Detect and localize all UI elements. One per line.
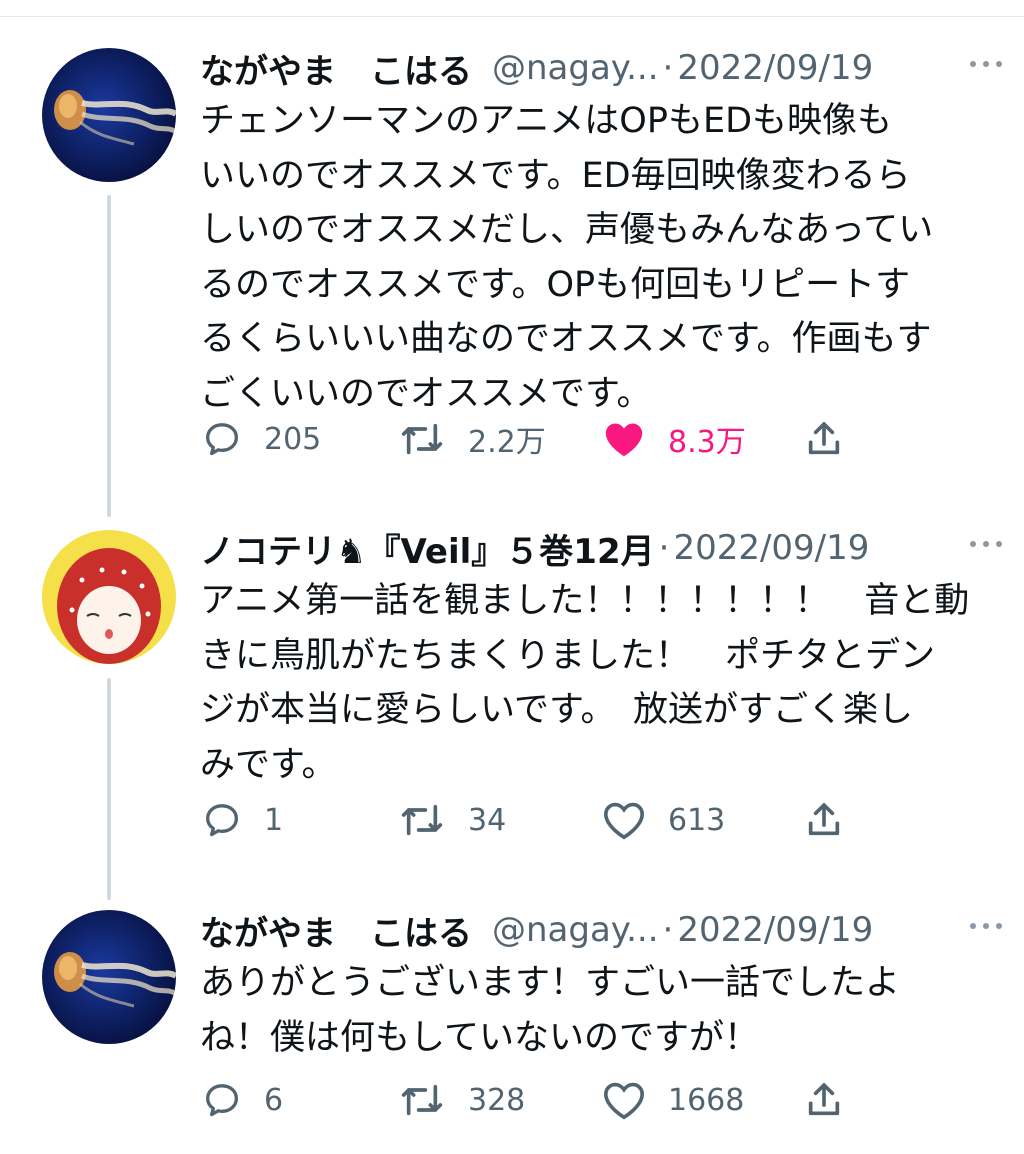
share-icon (808, 422, 840, 455)
like-count: 613 (668, 802, 726, 838)
retweet-icon (401, 804, 443, 836)
separator-dot: · (658, 528, 670, 568)
share-icon (808, 1083, 840, 1116)
avatar[interactable] (42, 530, 176, 664)
tweet[interactable]: ノコテリ♞『Veil』５巻12月 · 2022/09/19 アニメ第一話を観まし… (0, 518, 1024, 898)
like-count: 8.3万 (668, 425, 746, 460)
tweet-text-line: ありがとうございます！すごい一話でしたよ (200, 963, 901, 1003)
action-bar: 205 2.2万 8.3万 (200, 415, 980, 463)
action-bar: 1 34 613 (200, 796, 980, 844)
tweet-text: チェンソーマンのアニメはOPもEDも映像も いいのでオススメです。ED毎回映像変… (200, 94, 990, 421)
heart-icon (603, 802, 645, 840)
separator-dot: · (662, 48, 674, 88)
reply-count: 1 (264, 802, 284, 838)
like-button[interactable]: 8.3万 (602, 415, 746, 463)
tweet-text-line: ごくいいのでオススメです。 (200, 373, 652, 414)
separator-dot: · (662, 910, 674, 950)
reply-count: 205 (264, 421, 322, 457)
retweet-count: 34 (468, 802, 507, 838)
reply-count: 6 (264, 1082, 284, 1118)
tweet-text-line: いいのでオススメです。ED毎回映像変わるら (200, 155, 911, 196)
share-button[interactable] (804, 415, 844, 463)
reply-icon (206, 1084, 238, 1117)
like-button[interactable]: 613 (602, 796, 725, 844)
tweet-text: ありがとうございます！すごい一話でしたよ ね！僕は何もしていないのですが！ (200, 956, 990, 1065)
more-icon[interactable] (966, 910, 1006, 940)
tweet-date[interactable]: 2022/09/19 (677, 48, 873, 88)
user-handle[interactable]: @nagay... (492, 48, 659, 88)
tweet-text-line: しいのでオススメだし、声優もみんなあってい (200, 210, 934, 250)
retweet-icon (401, 1084, 443, 1116)
jellyfish-avatar-image (42, 910, 176, 1044)
display-name[interactable]: ながやま こはる (200, 44, 472, 93)
action-bar: 6 328 1668 (200, 1076, 980, 1124)
tweet[interactable]: ながやま こはる @nagay... · 2022/09/19 ありがとうござい… (0, 900, 1024, 1140)
tweet-text-line: ね！僕は何もしていないのですが！ (200, 1017, 759, 1058)
tweet-text-line: アニメ第一話を観ました！！！！！！！ 音と動 (200, 581, 970, 621)
tweet-text-line: みです。 (200, 744, 337, 785)
reply-button[interactable]: 1 (202, 796, 283, 844)
tweet-text-line: きに鳥肌がたちまくりました！ ポチタとデン (200, 635, 936, 676)
tweet-date[interactable]: 2022/09/19 (677, 910, 873, 950)
tweet-header: ながやま こはる @nagay... · 2022/09/19 (200, 38, 990, 98)
reply-button[interactable]: 6 (202, 1076, 283, 1124)
more-icon[interactable] (966, 528, 1006, 558)
tweet-text-line: ジが本当に愛らしいです。 放送がすごく楽し (200, 690, 913, 730)
tweet-header: ノコテリ♞『Veil』５巻12月 · 2022/09/19 (200, 518, 990, 578)
tweet-header: ながやま こはる @nagay... · 2022/09/19 (200, 900, 990, 960)
avatar[interactable] (42, 48, 176, 182)
retweet-button[interactable]: 34 (398, 796, 506, 844)
top-divider (0, 16, 1024, 17)
heart-icon (605, 423, 643, 457)
share-button[interactable] (804, 796, 844, 844)
reply-button[interactable]: 205 (202, 415, 321, 463)
tweet[interactable]: ながやま こはる @nagay... · 2022/09/19 チェンソーマンの… (0, 38, 1024, 460)
user-handle[interactable]: @nagay... (492, 910, 659, 950)
tweet-text: アニメ第一話を観ました！！！！！！！ 音と動 きに鳥肌がたちまくりました！ ポチ… (200, 574, 990, 792)
tweet-date[interactable]: 2022/09/19 (673, 528, 869, 568)
display-name[interactable]: ながやま こはる (200, 906, 472, 955)
display-name[interactable]: ノコテリ♞『Veil』５巻12月 (200, 524, 655, 573)
tweet-text-line: るくらいいい曲なのでオススメです。作画もす (200, 319, 932, 359)
retweet-icon (401, 423, 443, 455)
retweet-count: 2.2万 (468, 425, 546, 460)
jellyfish-avatar-image (42, 48, 176, 182)
like-button[interactable]: 1668 (602, 1076, 744, 1124)
heart-icon (603, 1082, 645, 1120)
reply-icon (206, 423, 238, 456)
share-icon (808, 803, 840, 836)
retweet-count: 328 (468, 1082, 526, 1118)
reply-icon (206, 804, 238, 837)
strawberry-hood-avatar-image (42, 530, 176, 664)
retweet-button[interactable]: 2.2万 (398, 415, 546, 463)
more-icon[interactable] (966, 48, 1006, 78)
share-button[interactable] (804, 1076, 844, 1124)
tweet-text-line: るのでオススメです。OPも何回もリピートす (200, 264, 911, 305)
tweet-text-line: チェンソーマンのアニメはOPもEDも映像も (200, 101, 893, 141)
retweet-button[interactable]: 328 (398, 1076, 525, 1124)
avatar[interactable] (42, 910, 176, 1044)
like-count: 1668 (668, 1082, 745, 1118)
